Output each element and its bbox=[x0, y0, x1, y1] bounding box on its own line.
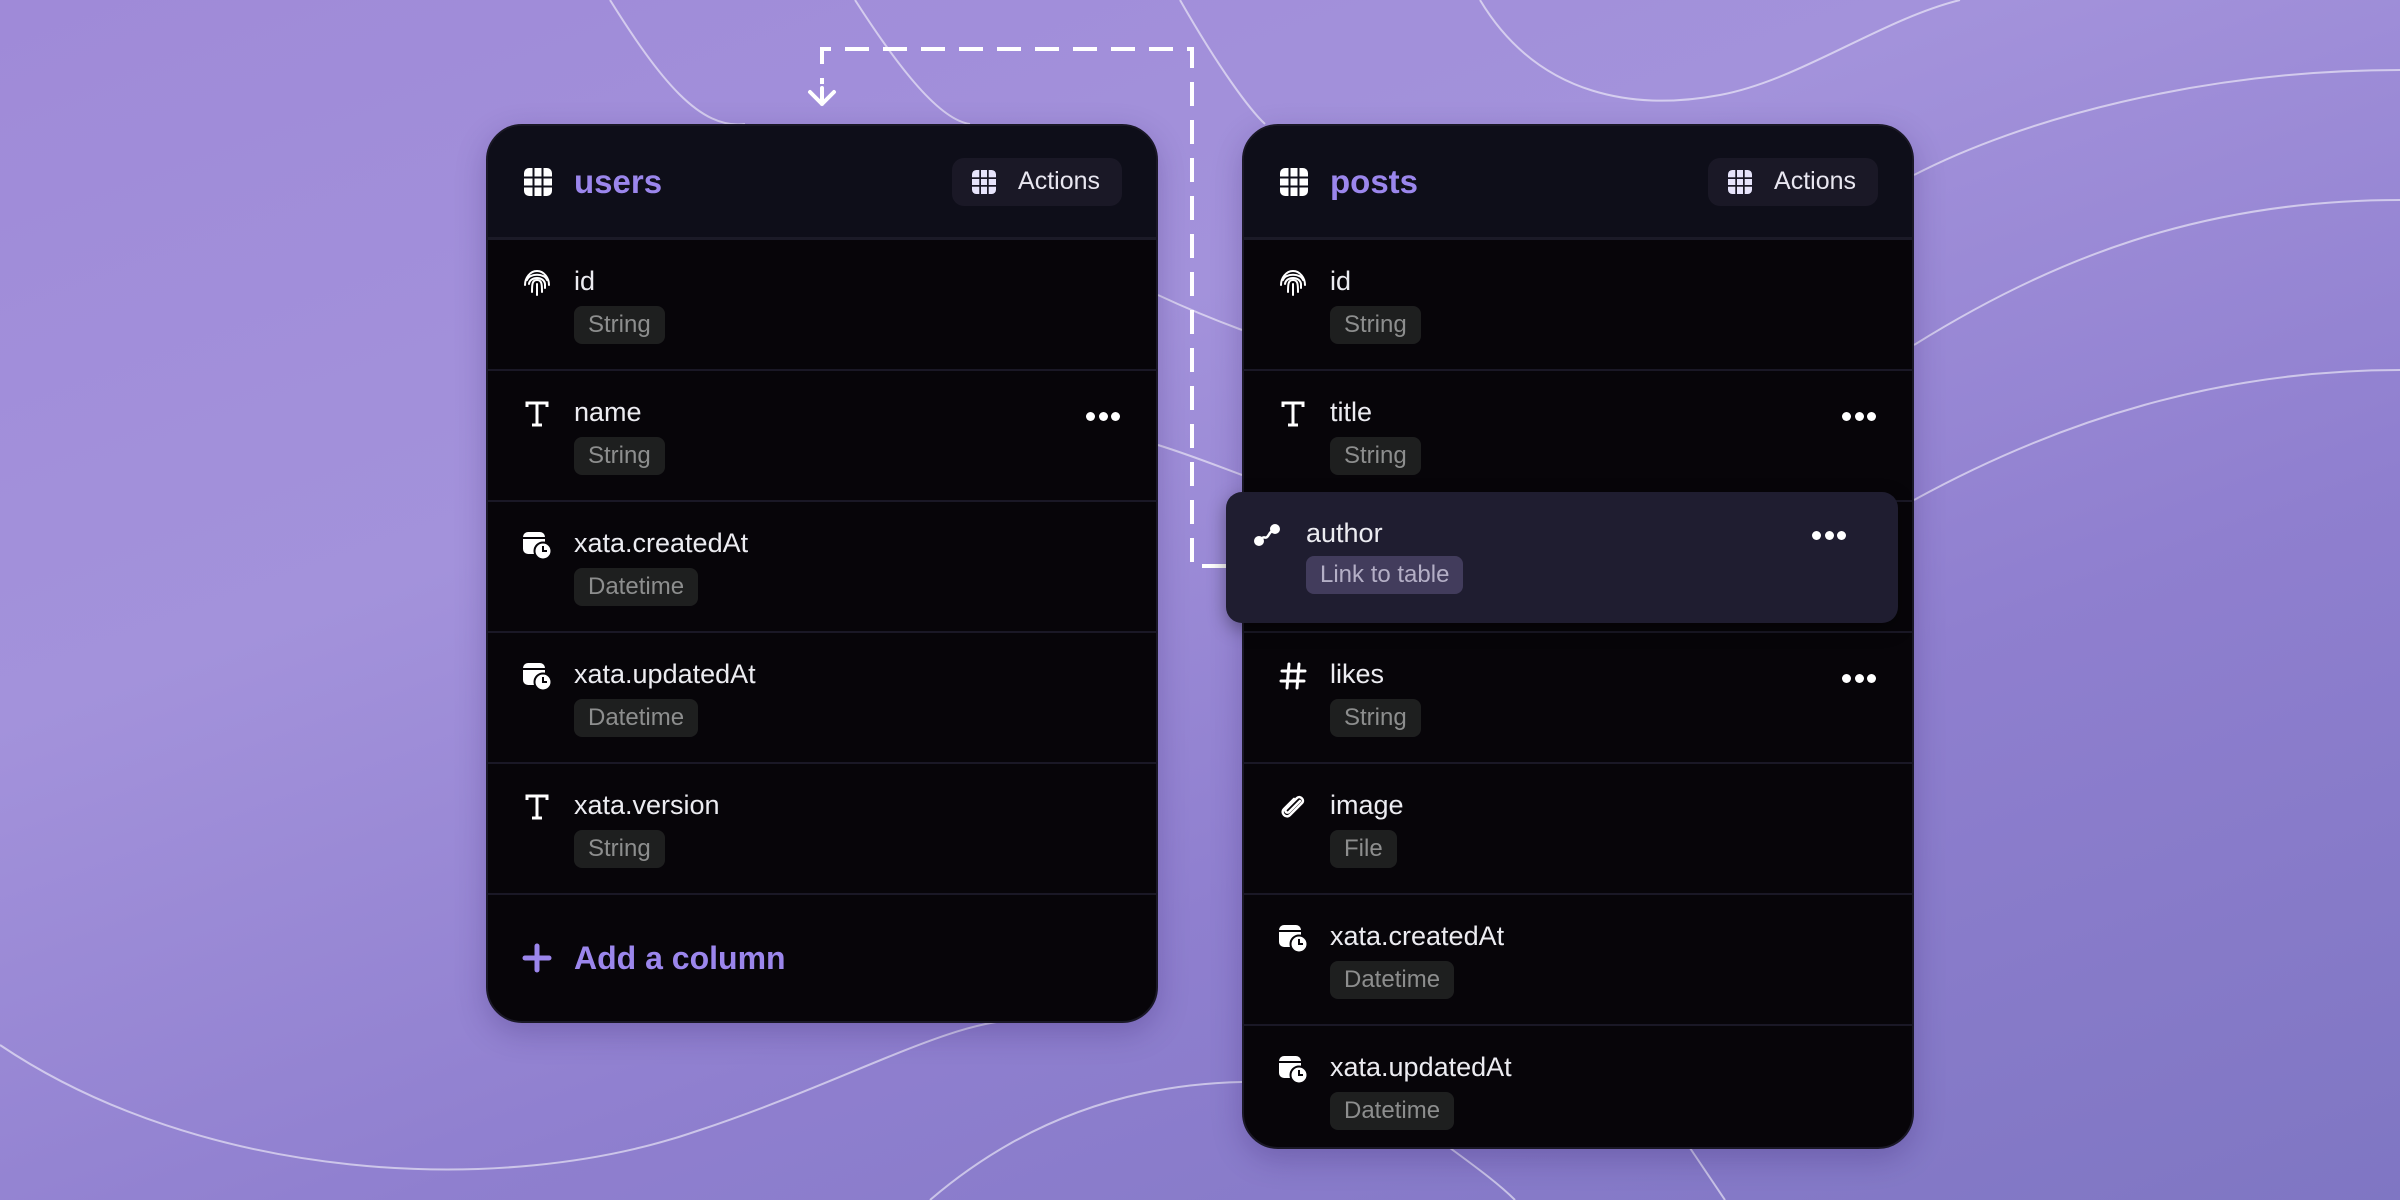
column-more-button[interactable] bbox=[1812, 528, 1846, 542]
column-row-id[interactable]: id String bbox=[1244, 240, 1912, 371]
column-row-author[interactable]: author Link to table bbox=[1226, 492, 1898, 623]
add-column-button[interactable]: Add a column bbox=[488, 895, 1156, 1021]
column-type-badge: Datetime bbox=[1330, 961, 1455, 999]
column-row-title[interactable]: title String bbox=[1244, 371, 1912, 502]
more-dot bbox=[1842, 673, 1851, 683]
column-name: id bbox=[1330, 266, 1352, 296]
column-row-image[interactable]: image File bbox=[1244, 764, 1912, 895]
column-name: xata.createdAt bbox=[574, 528, 749, 558]
table-title: users bbox=[574, 162, 663, 200]
table-grid-icon bbox=[524, 167, 552, 196]
actions-button[interactable]: Actions bbox=[952, 157, 1122, 206]
calendar-clock-icon bbox=[1279, 1056, 1308, 1084]
fingerprint-icon bbox=[1280, 269, 1306, 296]
bg-curve bbox=[929, 1081, 1243, 1200]
column-name: xata.updatedAt bbox=[574, 659, 756, 689]
more-dot bbox=[1867, 411, 1876, 421]
bg-curve bbox=[1689, 1147, 1726, 1200]
table-title: posts bbox=[1330, 162, 1419, 200]
column-name: author bbox=[1306, 518, 1383, 548]
column-row-xata-createdat[interactable]: xata.createdAt Datetime bbox=[1244, 895, 1912, 1026]
column-type-badge: Datetime bbox=[1330, 1092, 1455, 1130]
more-dot bbox=[1854, 673, 1864, 683]
column-name: image bbox=[1330, 790, 1404, 820]
table-header: users Actions bbox=[488, 126, 1156, 240]
more-dot bbox=[1086, 411, 1095, 421]
table-grid-icon bbox=[972, 169, 997, 194]
actions-button[interactable]: Actions bbox=[1708, 157, 1878, 206]
column-row-likes[interactable]: likes String bbox=[1244, 633, 1912, 764]
calendar-clock-icon bbox=[1279, 925, 1308, 953]
fingerprint-icon bbox=[524, 269, 550, 296]
actions-label: Actions bbox=[1018, 167, 1100, 195]
column-type-badge: String bbox=[574, 830, 665, 868]
plus-icon bbox=[522, 943, 552, 973]
bg-curve bbox=[1479, 0, 1961, 102]
column-more-button[interactable] bbox=[1086, 409, 1120, 423]
column-type-badge: String bbox=[574, 306, 665, 344]
column-name: likes bbox=[1330, 659, 1385, 689]
text-type-icon bbox=[1281, 401, 1305, 427]
paperclip-icon bbox=[1281, 795, 1305, 818]
column-more-button[interactable] bbox=[1842, 671, 1876, 685]
table-card-users: users Actions id String name String xata… bbox=[486, 124, 1158, 1023]
column-type-badge: String bbox=[1330, 306, 1421, 344]
table-grid-icon bbox=[1280, 167, 1308, 196]
add-column-label: Add a column bbox=[574, 939, 786, 976]
link-relation-icon bbox=[1254, 524, 1280, 546]
more-dot bbox=[1842, 411, 1851, 421]
column-row-xata-updatedat[interactable]: xata.updatedAt Datetime bbox=[488, 633, 1156, 764]
more-dot bbox=[1111, 411, 1120, 421]
more-dot bbox=[1812, 530, 1821, 540]
column-type-badge: String bbox=[574, 437, 665, 475]
calendar-clock-icon bbox=[523, 532, 552, 560]
hash-icon bbox=[1279, 662, 1307, 690]
column-type-badge: Datetime bbox=[574, 699, 699, 737]
column-row-xata-createdat[interactable]: xata.createdAt Datetime bbox=[488, 502, 1156, 633]
bg-curve bbox=[1449, 1147, 1516, 1200]
column-name: title bbox=[1330, 397, 1373, 427]
column-row-xata-updatedat[interactable]: xata.updatedAt Datetime bbox=[1244, 1026, 1912, 1147]
calendar-clock-icon bbox=[523, 663, 552, 691]
actions-label: Actions bbox=[1774, 167, 1856, 195]
column-type-badge: Datetime bbox=[574, 568, 699, 606]
bg-curve bbox=[609, 0, 746, 126]
more-dot bbox=[1854, 411, 1864, 421]
more-dot bbox=[1098, 411, 1108, 421]
column-name: name bbox=[574, 397, 642, 427]
bg-curve bbox=[1913, 369, 2400, 501]
column-name: xata.version bbox=[574, 790, 720, 820]
column-type-badge: File bbox=[1330, 830, 1397, 868]
column-row-id[interactable]: id String bbox=[488, 240, 1156, 371]
column-type-badge: String bbox=[1330, 699, 1421, 737]
more-dot bbox=[1837, 530, 1846, 540]
table-grid-icon bbox=[1728, 169, 1753, 194]
table-header: posts Actions bbox=[1244, 126, 1912, 240]
bg-curve bbox=[0, 1019, 1021, 1171]
bg-curve bbox=[1913, 69, 2400, 176]
more-dot bbox=[1867, 673, 1876, 683]
column-name: xata.createdAt bbox=[1330, 921, 1505, 951]
table-card-posts: posts Actions id String title String lik… bbox=[1242, 124, 1914, 1149]
bg-curve bbox=[854, 0, 971, 125]
bg-curve bbox=[1157, 444, 1243, 476]
background-decoration bbox=[0, 0, 2400, 1200]
bg-curve bbox=[1913, 199, 2400, 346]
column-row-xata-version[interactable]: xata.version String bbox=[488, 764, 1156, 895]
bg-curve bbox=[1179, 0, 1266, 125]
column-type-badge: String bbox=[1330, 437, 1421, 475]
column-more-button[interactable] bbox=[1842, 409, 1876, 423]
bg-curve bbox=[1157, 294, 1243, 331]
column-name: id bbox=[574, 266, 596, 296]
text-type-icon bbox=[525, 401, 549, 427]
text-type-icon bbox=[525, 794, 549, 820]
column-name: xata.updatedAt bbox=[1330, 1052, 1512, 1082]
more-dot bbox=[1824, 530, 1834, 540]
column-row-name[interactable]: name String bbox=[488, 371, 1156, 502]
column-type-badge: Link to table bbox=[1306, 556, 1464, 594]
